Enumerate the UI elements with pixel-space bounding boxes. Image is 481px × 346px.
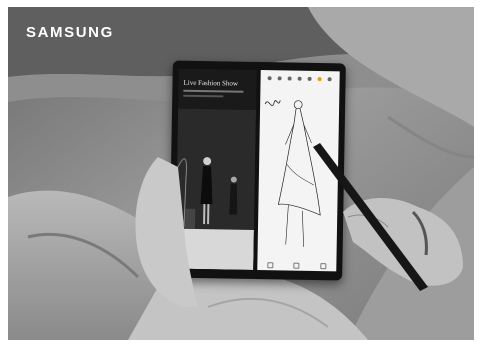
notes-screen bbox=[257, 70, 340, 272]
video-subtitle-line bbox=[183, 89, 244, 93]
video-title: Live Fashion Show bbox=[183, 78, 239, 88]
foldable-phone: Live Fashion Show bbox=[169, 60, 346, 281]
photo-frame: SAMSUNG Live Fashion Show bbox=[8, 7, 474, 340]
samsung-logo: SAMSUNG bbox=[26, 24, 114, 41]
phone-nav-bar bbox=[257, 260, 336, 271]
recent-apps-icon bbox=[267, 262, 274, 269]
notes-toolbar bbox=[264, 74, 337, 83]
runway-video-image bbox=[175, 108, 257, 270]
video-screen: Live Fashion Show bbox=[175, 68, 257, 270]
back-icon bbox=[320, 263, 327, 270]
home-icon bbox=[293, 262, 300, 269]
video-subtitle-line bbox=[183, 94, 224, 98]
fashion-sketch bbox=[264, 100, 321, 247]
